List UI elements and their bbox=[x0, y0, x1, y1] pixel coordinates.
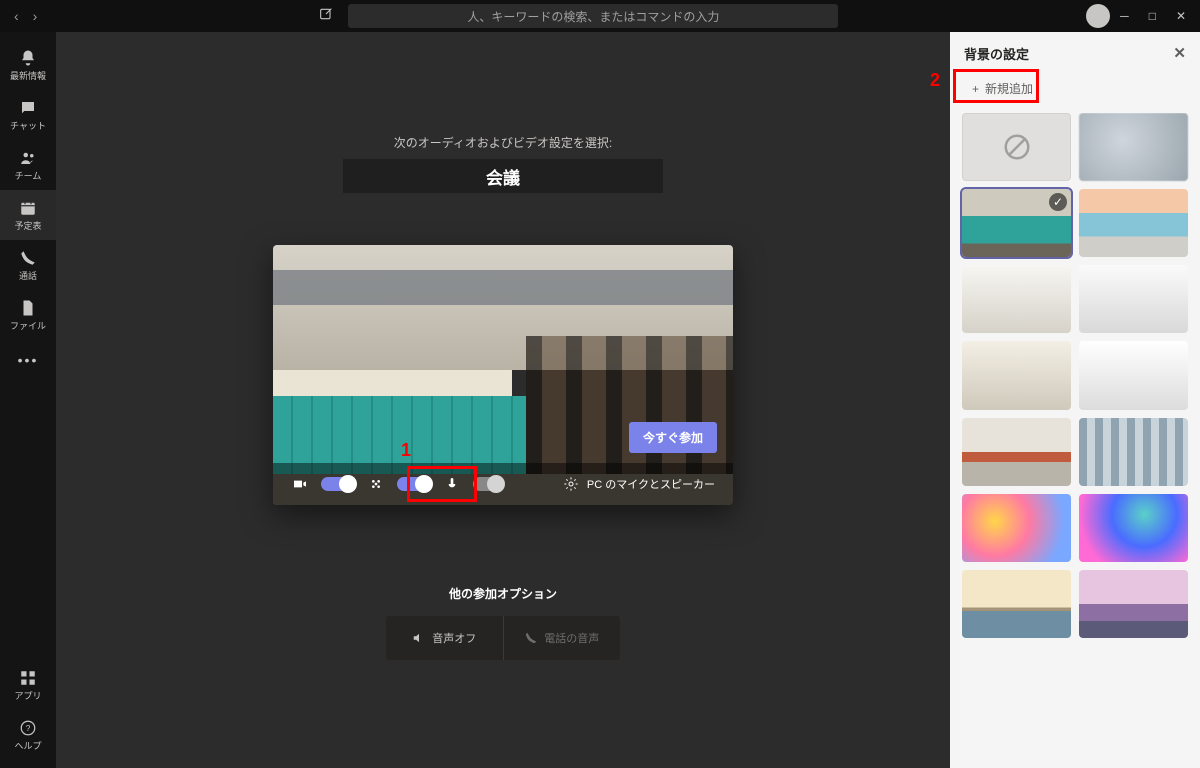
close-icon[interactable]: ✕ bbox=[1173, 44, 1186, 62]
rail-item-files[interactable]: ファイル bbox=[0, 290, 56, 340]
background-option[interactable]: ✓ bbox=[962, 189, 1071, 257]
background-option[interactable] bbox=[962, 418, 1071, 486]
search-input[interactable]: 人、キーワードの検索、またはコマンドの入力 bbox=[348, 4, 838, 28]
annotation-box-1 bbox=[407, 466, 477, 502]
rail-item-teams[interactable]: チーム bbox=[0, 140, 56, 190]
background-grid: ✓ bbox=[950, 113, 1200, 768]
annotation-label-2: 2 bbox=[930, 70, 940, 91]
app-rail: 最新情報 チャット チーム 予定表 通話 ファイル ••• アプリ bbox=[0, 32, 56, 768]
audio-off-label: 音声オフ bbox=[432, 630, 476, 646]
other-options-title: 他の参加オプション bbox=[449, 585, 557, 602]
titlebar: ‹ › 人、キーワードの検索、またはコマンドの入力 ─ □ ✕ bbox=[0, 0, 1200, 32]
rail-item-apps[interactable]: アプリ bbox=[0, 660, 56, 710]
rail-label: ヘルプ bbox=[14, 739, 41, 752]
meeting-prejoin: 次のオーディオおよびビデオ設定を選択: 会議 今すぐ参加 PC のマイクとスピー… bbox=[56, 32, 950, 768]
av-control-bar: PC のマイクとスピーカー bbox=[273, 463, 733, 505]
audio-off-button[interactable]: 音声オフ bbox=[386, 616, 504, 660]
background-option[interactable] bbox=[1079, 341, 1188, 409]
rail-label: 最新情報 bbox=[10, 69, 46, 82]
background-option[interactable] bbox=[962, 494, 1071, 562]
phone-audio-label: 電話の音声 bbox=[544, 630, 599, 646]
add-new-label: 新規追加 bbox=[985, 80, 1033, 97]
camera-icon bbox=[291, 475, 309, 493]
background-option[interactable] bbox=[962, 341, 1071, 409]
device-label: PC のマイクとスピーカー bbox=[587, 476, 715, 492]
svg-text:?: ? bbox=[26, 724, 31, 733]
panel-title: 背景の設定 bbox=[964, 44, 1029, 63]
background-option[interactable] bbox=[1079, 494, 1188, 562]
background-blur[interactable] bbox=[1079, 113, 1188, 181]
other-options: 音声オフ 電話の音声 bbox=[386, 616, 620, 660]
rail-label: アプリ bbox=[14, 689, 41, 702]
background-none[interactable] bbox=[962, 113, 1071, 181]
background-option[interactable] bbox=[1079, 189, 1188, 257]
annotation-label-1: 1 bbox=[401, 440, 411, 461]
rail-item-help[interactable]: ? ヘルプ bbox=[0, 710, 56, 760]
rail-label: チーム bbox=[15, 169, 42, 182]
phone-audio-button[interactable]: 電話の音声 bbox=[504, 616, 621, 660]
background-option[interactable] bbox=[1079, 418, 1188, 486]
window-maximize-icon[interactable]: □ bbox=[1149, 9, 1156, 23]
background-option[interactable] bbox=[1079, 570, 1188, 638]
rail-item-chat[interactable]: チャット bbox=[0, 90, 56, 140]
check-icon: ✓ bbox=[1049, 193, 1067, 211]
rail-item-calendar[interactable]: 予定表 bbox=[0, 190, 56, 240]
meeting-name: 会議 bbox=[343, 159, 663, 193]
join-now-button[interactable]: 今すぐ参加 bbox=[629, 422, 717, 453]
plus-icon: + bbox=[972, 82, 979, 96]
add-new-button[interactable]: + 新規追加 bbox=[962, 74, 1043, 103]
device-settings-button[interactable]: PC のマイクとスピーカー bbox=[563, 476, 715, 492]
rail-label: 通話 bbox=[19, 269, 37, 282]
background-option[interactable] bbox=[1079, 265, 1188, 333]
camera-toggle[interactable] bbox=[321, 477, 355, 491]
window-minimize-icon[interactable]: ─ bbox=[1120, 9, 1129, 23]
mic-toggle[interactable] bbox=[473, 477, 503, 491]
rail-label: チャット bbox=[10, 119, 46, 132]
rail-label: ファイル bbox=[10, 319, 46, 332]
compose-icon[interactable] bbox=[318, 6, 334, 27]
search-placeholder: 人、キーワードの検索、またはコマンドの入力 bbox=[467, 8, 719, 25]
window-close-icon[interactable]: ✕ bbox=[1176, 9, 1186, 23]
rail-more-icon[interactable]: ••• bbox=[0, 340, 56, 380]
rail-item-activity[interactable]: 最新情報 bbox=[0, 40, 56, 90]
background-option[interactable] bbox=[962, 570, 1071, 638]
nav-back-icon[interactable]: ‹ bbox=[14, 8, 19, 24]
nav-forward-icon[interactable]: › bbox=[33, 8, 38, 24]
rail-item-call[interactable]: 通話 bbox=[0, 240, 56, 290]
background-settings-panel: 背景の設定 ✕ 2 + 新規追加 ✓ bbox=[950, 32, 1200, 768]
background-option[interactable] bbox=[962, 265, 1071, 333]
av-prompt: 次のオーディオおよびビデオ設定を選択: bbox=[394, 134, 613, 151]
avatar[interactable] bbox=[1086, 4, 1110, 28]
video-preview: 今すぐ参加 PC のマイクとスピーカー 1 bbox=[273, 245, 733, 505]
rail-label: 予定表 bbox=[14, 219, 41, 232]
background-effects-icon[interactable] bbox=[367, 475, 385, 493]
